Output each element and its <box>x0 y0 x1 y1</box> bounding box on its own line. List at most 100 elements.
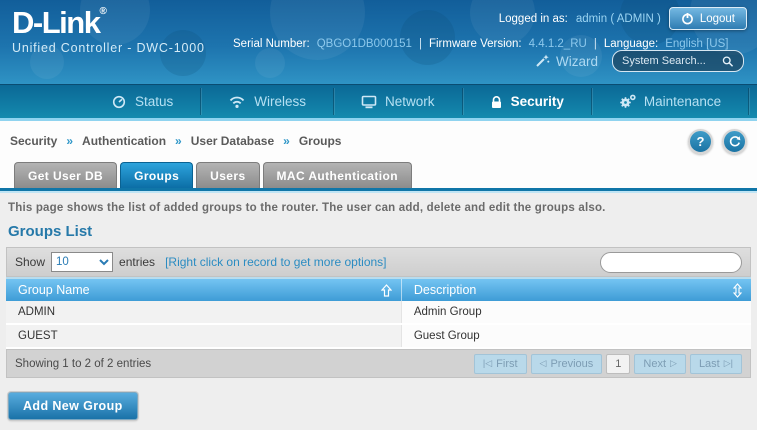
column-header-group-name[interactable]: Group Name <box>6 279 401 301</box>
current-page-button[interactable]: 1 <box>606 354 630 374</box>
system-search-input[interactable] <box>622 55 722 67</box>
separator: | <box>594 38 597 50</box>
table-row[interactable]: GUEST Guest Group <box>6 325 751 349</box>
breadcrumb-row: Security » Authentication » User Databas… <box>0 121 757 161</box>
dlink-logo: D-Link® Unified Controller - DWC-1000 <box>12 7 205 55</box>
logged-in-user: admin ( ADMIN ) <box>576 13 661 25</box>
dwc-1000-admin-page: D-Link® Unified Controller - DWC-1000 Lo… <box>0 0 757 430</box>
last-label: Last <box>699 358 720 370</box>
login-status-row: Logged in as: admin ( ADMIN ) Logout <box>499 7 747 30</box>
current-page-number: 1 <box>615 358 621 370</box>
logout-label: Logout <box>700 13 735 25</box>
header-tools-row: Wizard <box>534 50 744 72</box>
groups-table: Show 10 entries [Right click on record t… <box>6 247 751 378</box>
tab-mac-authentication[interactable]: MAC Authentication <box>263 162 412 188</box>
firmware-label: Firmware Version: <box>429 38 522 50</box>
nav-label: Wireless <box>254 94 306 109</box>
column-label: Description <box>414 283 477 297</box>
refresh-icon <box>728 135 741 148</box>
breadcrumb-security[interactable]: Security <box>10 134 57 148</box>
system-search-box[interactable] <box>612 50 744 72</box>
nav-item-network[interactable]: Network <box>334 85 462 118</box>
group-name-cell[interactable]: GUEST <box>6 325 401 347</box>
page-actions: ? <box>688 129 747 154</box>
breadcrumb-groups[interactable]: Groups <box>299 134 342 148</box>
registered-mark: ® <box>99 6 105 17</box>
sort-ascending-icon[interactable] <box>381 284 392 297</box>
help-button[interactable]: ? <box>688 129 713 154</box>
table-header-row: Group Name Description <box>6 279 751 301</box>
first-page-icon: |◁ <box>483 358 492 369</box>
previous-label: Previous <box>550 358 593 370</box>
previous-page-button[interactable]: ◁ Previous <box>531 354 603 374</box>
language-label: Language: <box>604 38 658 50</box>
logged-in-label: Logged in as: <box>499 13 568 25</box>
section-title: Groups List <box>8 223 749 240</box>
wizard-button[interactable]: Wizard <box>534 53 598 69</box>
wand-icon <box>534 53 550 69</box>
logo-wordmark: D-Link® <box>12 7 205 38</box>
page-description: This page shows the list of added groups… <box>0 193 757 214</box>
nav-separator <box>748 88 749 115</box>
description-cell[interactable]: Guest Group <box>401 325 751 347</box>
table-search-box[interactable] <box>600 252 742 273</box>
separator: | <box>419 38 422 50</box>
first-label: First <box>496 358 517 370</box>
help-icon: ? <box>697 134 705 149</box>
nav-item-status[interactable]: Status <box>84 85 200 118</box>
column-header-description[interactable]: Description <box>401 279 751 301</box>
last-page-button[interactable]: Last ▷| <box>690 354 742 374</box>
breadcrumb-user-database[interactable]: User Database <box>191 134 274 148</box>
description-cell[interactable]: Admin Group <box>401 301 751 323</box>
refresh-button[interactable] <box>722 129 747 154</box>
main-nav: Status Wireless Network Security <box>0 84 757 118</box>
pagination: |◁ First ◁ Previous 1 Next ▷ <box>474 354 742 374</box>
nav-item-security[interactable]: Security <box>463 85 591 118</box>
app-header: D-Link® Unified Controller - DWC-1000 Lo… <box>0 0 757 84</box>
power-icon <box>681 12 694 25</box>
page-content: This page shows the list of added groups… <box>0 193 757 430</box>
tab-users[interactable]: Users <box>196 162 259 188</box>
next-label: Next <box>643 358 666 370</box>
breadcrumb: Security » Authentication » User Databas… <box>10 134 341 148</box>
tab-get-user-db[interactable]: Get User DB <box>14 162 117 188</box>
last-page-icon: ▷| <box>724 358 733 369</box>
nav-item-wireless[interactable]: Wireless <box>201 85 333 118</box>
language-value[interactable]: English [US] <box>665 38 728 50</box>
sort-both-icon[interactable] <box>733 283 742 298</box>
breadcrumb-separator: » <box>66 134 73 148</box>
table-search-input[interactable] <box>609 256 751 268</box>
wizard-label: Wizard <box>556 54 598 69</box>
entries-per-page-select[interactable]: 10 <box>51 252 113 272</box>
first-page-button[interactable]: |◁ First <box>474 354 527 374</box>
tab-groups[interactable]: Groups <box>120 162 193 188</box>
next-page-button[interactable]: Next ▷ <box>634 354 686 374</box>
firmware-value: 4.4.1.2_RU <box>529 38 587 50</box>
serial-value: QBGO1DB000151 <box>317 38 412 50</box>
monitor-icon <box>361 95 377 109</box>
nav-item-maintenance[interactable]: Maintenance <box>592 85 748 118</box>
table-row[interactable]: ADMIN Admin Group <box>6 301 751 325</box>
logo-text: D-Link <box>12 5 99 40</box>
right-click-hint: [Right click on record to get more optio… <box>165 255 386 269</box>
previous-page-icon: ◁ <box>540 358 547 369</box>
tab-bar: Get User DB Groups Users MAC Authenticat… <box>0 161 757 188</box>
gauge-icon <box>111 95 127 109</box>
search-icon[interactable] <box>722 55 734 68</box>
showing-entries-text: Showing 1 to 2 of 2 entries <box>15 358 151 370</box>
product-name: Unified Controller - DWC-1000 <box>12 41 205 55</box>
lock-icon <box>490 95 503 109</box>
breadcrumb-separator: » <box>283 134 290 148</box>
bubble-decoration <box>270 0 365 60</box>
next-page-icon: ▷ <box>670 358 677 369</box>
column-label: Group Name <box>18 283 90 297</box>
nav-label: Network <box>385 94 435 109</box>
group-name-cell[interactable]: ADMIN <box>6 301 401 323</box>
logout-button[interactable]: Logout <box>669 7 747 30</box>
nav-label: Maintenance <box>644 94 721 109</box>
breadcrumb-separator: » <box>175 134 182 148</box>
nav-label: Security <box>511 94 564 109</box>
breadcrumb-authentication[interactable]: Authentication <box>82 134 166 148</box>
device-info-row: Serial Number: QBGO1DB000151 | Firmware … <box>233 38 728 50</box>
add-new-group-button[interactable]: Add New Group <box>8 392 138 420</box>
